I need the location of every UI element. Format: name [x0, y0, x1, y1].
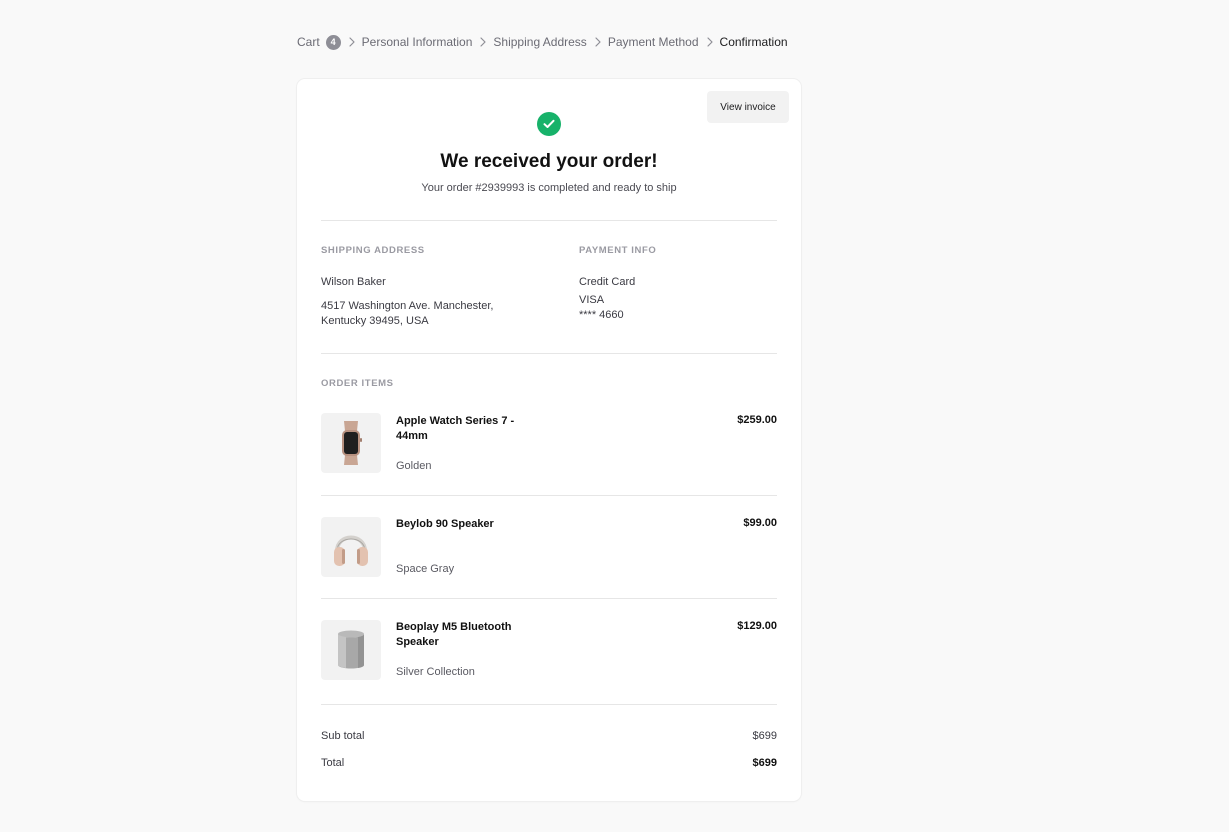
payment-method: Credit Card [579, 276, 636, 288]
divider [321, 353, 777, 354]
shipping-address-line2: Kentucky 39495, USA [321, 315, 429, 327]
breadcrumb: Cart 4 Personal Information Shipping Add… [297, 33, 788, 51]
total-value: $699 [752, 757, 777, 769]
page-title: We received your order! [440, 151, 658, 172]
payment-info-label: PAYMENT INFO [579, 245, 657, 256]
breadcrumb-cart[interactable]: Cart 4 [297, 34, 341, 50]
breadcrumb-confirmation: Confirmation [719, 35, 788, 49]
item-price: $129.00 [737, 620, 777, 632]
chevron-right-icon [349, 37, 355, 47]
item-name: Beylob 90 Speaker [396, 518, 494, 530]
card-brand: VISA [579, 294, 605, 306]
watch-icon [321, 413, 381, 473]
divider [321, 495, 777, 496]
subtotal-value: $699 [752, 730, 777, 742]
order-items-label: ORDER ITEMS [321, 378, 394, 389]
breadcrumb-shipping-address[interactable]: Shipping Address [493, 35, 586, 49]
item-name: Beoplay M5 Bluetooth Speaker [396, 621, 512, 648]
shipping-address-line1: 4517 Washington Ave. Manchester, [321, 300, 494, 312]
shipping-name: Wilson Baker [321, 276, 386, 288]
divider [321, 704, 777, 705]
item-price: $259.00 [737, 414, 777, 426]
chevron-right-icon [706, 37, 713, 47]
speaker-icon [321, 620, 381, 680]
subtotal-label: Sub total [321, 730, 365, 742]
breadcrumb-payment-method[interactable]: Payment Method [608, 35, 699, 49]
card-number: **** 4660 [579, 309, 624, 321]
chevron-right-icon [480, 37, 487, 47]
item-variant: Silver Collection [396, 666, 475, 678]
view-invoice-button[interactable]: View invoice [707, 91, 789, 123]
item-variant: Space Gray [396, 563, 455, 575]
order-status-text: Your order #2939993 is completed and rea… [421, 182, 677, 194]
breadcrumb-cart-label[interactable]: Cart [297, 35, 320, 49]
shipping-address-label: SHIPPING ADDRESS [321, 245, 425, 256]
item-price: $99.00 [743, 517, 777, 529]
divider [321, 220, 777, 221]
headphones-icon [321, 517, 381, 577]
breadcrumb-personal-information[interactable]: Personal Information [362, 35, 473, 49]
divider [321, 598, 777, 599]
order-confirmation-card: View invoice We received your order! You… [297, 79, 801, 801]
check-circle-icon [537, 112, 561, 136]
cart-count-badge: 4 [325, 34, 341, 50]
chevron-right-icon [595, 37, 601, 47]
item-name: Apple Watch Series 7 - 44mm [396, 415, 515, 442]
total-label: Total [321, 757, 345, 769]
item-variant: Golden [396, 460, 432, 472]
